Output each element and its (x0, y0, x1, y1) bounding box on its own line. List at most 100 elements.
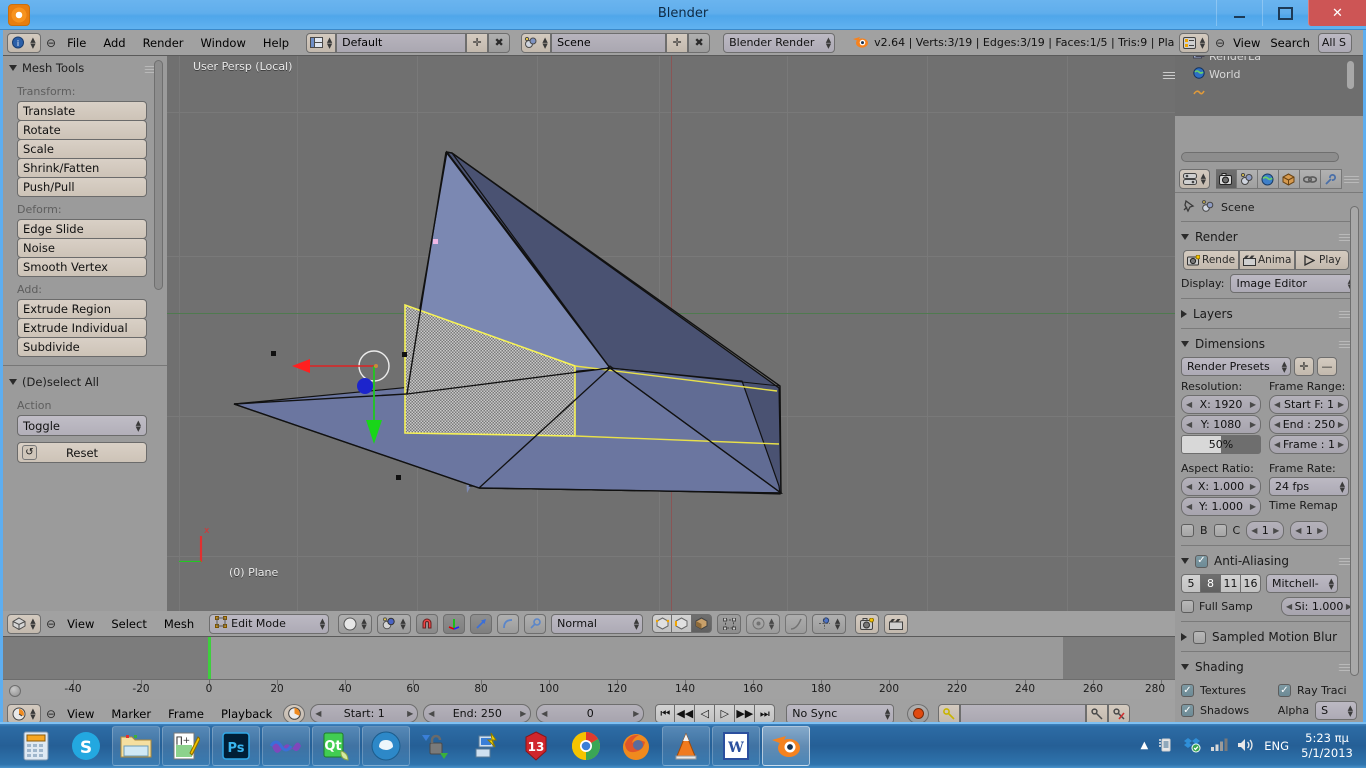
render-image-icon[interactable] (855, 613, 880, 634)
menu-select[interactable]: Select (105, 615, 152, 633)
timeline-icon[interactable]: ▲ ▼ (7, 703, 41, 724)
crop-checkbox[interactable] (1213, 524, 1227, 537)
menu-file[interactable]: File (61, 34, 92, 52)
taskbar-app-13[interactable]: 13 (512, 726, 560, 766)
screen-layout-value[interactable]: Default (336, 32, 467, 53)
taskbar-unlocker[interactable] (412, 726, 460, 766)
menu-mesh[interactable]: Mesh (158, 615, 200, 633)
motion-blur-checkbox[interactable] (1193, 630, 1206, 644)
tool-rotate[interactable]: Rotate (17, 120, 147, 140)
next-keyframe-icon[interactable]: ▶▶ (735, 704, 756, 723)
tool-noise[interactable]: Noise (17, 238, 147, 258)
outliner-row-world[interactable]: World (1175, 65, 1363, 84)
tool-subdivide[interactable]: Subdivide (17, 337, 147, 357)
resolution-y-field[interactable]: ◀ Y: 1080 ▶ (1181, 415, 1261, 434)
timeline-menu-playback[interactable]: Playback (215, 705, 278, 723)
aa-filter-selector[interactable]: Mitchell- ▲ ▼ (1266, 574, 1338, 593)
minimize-button[interactable] (1216, 0, 1262, 26)
3d-view-icon[interactable]: ▲ ▼ (7, 613, 41, 634)
keying-set-value[interactable] (960, 703, 1087, 724)
properties-editor-type-icon[interactable]: ▲ ▼ (1179, 169, 1210, 189)
border-checkbox[interactable] (1181, 524, 1194, 537)
pivot-median-icon[interactable]: ▲ ▼ (377, 613, 412, 634)
motion-blur-panel-header[interactable]: Sampled Motion Blur (1175, 625, 1363, 648)
timeline-track[interactable] (3, 637, 1175, 679)
falloff-icon[interactable] (785, 613, 808, 634)
taskbar-file-explorer[interactable] (112, 726, 160, 766)
outliner-display-mode[interactable]: All S (1317, 32, 1352, 53)
outliner-icon[interactable]: ▲ ▼ (1179, 32, 1209, 53)
tool-shrink-fatten[interactable]: Shrink/Fatten (17, 158, 147, 178)
use-frames-icon[interactable] (283, 703, 306, 724)
aspect-y-field[interactable]: ◀ Y: 1.000 ▶ (1181, 497, 1261, 516)
prev-keyframe-icon[interactable]: ◀◀ (675, 704, 696, 723)
properties-tab-world[interactable] (1257, 169, 1279, 189)
tool-translate[interactable]: Translate (17, 101, 147, 121)
properties-tab-constraints[interactable] (1299, 169, 1321, 189)
play-render-button[interactable]: Play (1295, 250, 1349, 270)
timeline-editor[interactable]: -40 -20 0 20 40 60 80 100 120 140 160 18… (3, 637, 1175, 729)
key-add-icon[interactable] (1086, 703, 1109, 724)
pin-icon[interactable] (1181, 199, 1195, 216)
current-frame-field[interactable]: ◀ 0 ▶ (536, 704, 645, 723)
rotate-manipulator-icon[interactable] (470, 613, 493, 634)
taskbar-skype[interactable]: S (62, 726, 110, 766)
removable-media-icon[interactable] (1157, 736, 1174, 756)
play-reverse-icon[interactable]: ◁ (695, 704, 716, 723)
properties-tab-render[interactable] (1215, 169, 1237, 189)
antialiasing-checkbox[interactable] (1195, 554, 1208, 568)
taskbar-blender[interactable] (762, 726, 810, 766)
collapse-menu-icon[interactable]: ⊖ (46, 707, 56, 721)
face-select-icon[interactable] (692, 614, 713, 633)
aa-sample-16[interactable]: 16 (1241, 574, 1261, 593)
layers-panel-header[interactable]: Layers (1175, 302, 1363, 325)
jump-end-icon[interactable]: ⏭ (755, 704, 776, 723)
start-frame-field[interactable]: ◀ Start: 1 ▶ (310, 704, 419, 723)
render-image-button[interactable]: Rende (1183, 250, 1239, 270)
render-engine-selector[interactable]: Blender Render ▲ ▼ (723, 32, 836, 53)
proportional-edit-icon[interactable]: ▲ ▼ (746, 613, 781, 634)
full-sample-checkbox[interactable] (1181, 600, 1194, 613)
scene-selector[interactable]: ▲ ▼ Scene ✛ ✖ (521, 32, 711, 53)
render-panel-header[interactable]: Render (1175, 225, 1363, 248)
vertex-select-icon[interactable] (652, 614, 673, 633)
textures-checkbox[interactable] (1181, 684, 1194, 697)
collapse-menu-icon[interactable]: ⊖ (1215, 36, 1225, 50)
scale-manipulator-icon[interactable] (497, 613, 520, 634)
render-animation-icon[interactable] (884, 613, 909, 634)
frame-rate-selector[interactable]: 24 fps ▲ ▼ (1269, 477, 1349, 496)
outliner-scrollbar-horizontal[interactable] (1181, 152, 1339, 162)
scene-value[interactable]: Scene (551, 32, 667, 53)
taskbar-notepadpp[interactable]: ∏+ (162, 726, 210, 766)
scene-icon[interactable]: ▲ ▼ (521, 32, 552, 53)
dropbox-icon[interactable] (1183, 736, 1201, 756)
menu-render[interactable]: Render (137, 34, 190, 52)
playback-transport[interactable]: ⏮ ◀◀ ◁ ▷ ▶▶ ⏭ (655, 704, 776, 723)
remap-old-field[interactable]: ◀ 1 ▶ (1246, 521, 1285, 540)
add-screen-button[interactable]: ✛ (466, 32, 489, 53)
screen-layout-icon[interactable]: ▲ ▼ (306, 32, 337, 53)
properties-tab-modifiers[interactable] (1320, 169, 1342, 189)
tool-scale[interactable]: Scale (17, 139, 147, 159)
frame-end-field[interactable]: ◀ End : 250 ▶ (1269, 415, 1349, 434)
interaction-mode-selector[interactable]: Edit Mode ▲ ▼ (209, 613, 330, 634)
delete-scene-button[interactable]: ✖ (688, 32, 711, 53)
aspect-x-field[interactable]: ◀ X: 1.000 ▶ (1181, 477, 1261, 496)
reset-button[interactable]: ↺ Reset (17, 442, 147, 463)
add-scene-button[interactable]: ✛ (666, 32, 689, 53)
taskbar-app-blue[interactable] (362, 726, 410, 766)
maximize-button[interactable] (1262, 0, 1308, 26)
end-frame-field[interactable]: ◀ End: 250 ▶ (423, 704, 532, 723)
outliner-scrollbar-vertical[interactable] (1346, 60, 1355, 90)
magnet-icon[interactable] (416, 613, 439, 634)
close-button[interactable]: ✕ (1308, 0, 1366, 26)
taskbar-remote-desktop[interactable] (462, 726, 510, 766)
tool-extrude-individual[interactable]: Extrude Individual (17, 318, 147, 338)
shading-panel-header[interactable]: Shading (1175, 655, 1363, 678)
taskbar-qt-creator[interactable]: Qt (312, 726, 360, 766)
info-editor-icon[interactable]: i ▲ ▼ (7, 32, 41, 53)
collapse-menu-icon[interactable]: ⊖ (46, 36, 56, 50)
taskbar-firefox[interactable] (612, 726, 660, 766)
frame-step-field[interactable]: ◀ Frame : 1 ▶ (1269, 435, 1349, 454)
remap-new-field[interactable]: ◀ 1 ▶ (1290, 521, 1329, 540)
